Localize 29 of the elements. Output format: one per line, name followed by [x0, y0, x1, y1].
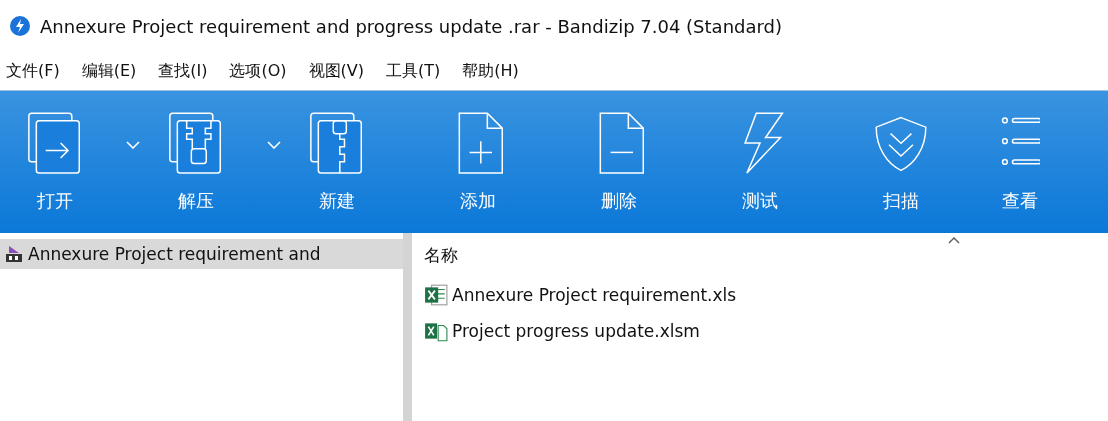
menu-item[interactable]: 帮助(H): [462, 60, 519, 82]
toolbar-button[interactable]: 添加: [433, 107, 523, 217]
toolbar-button[interactable]: 删除: [574, 107, 664, 217]
caret-icon[interactable]: [126, 141, 140, 149]
sort-caret-icon: [948, 237, 960, 244]
zip-archive-icon: [309, 111, 365, 177]
open-icon: [27, 111, 83, 177]
column-header[interactable]: 名称: [424, 243, 458, 267]
window-title: Annexure Project requirement and progress update .rar - Bandizip 7.04 (Standard): [40, 15, 783, 37]
file-row[interactable]: Annexure Project requirement.xls: [424, 277, 1108, 313]
menu-item[interactable]: 工具(T): [386, 60, 441, 82]
caret-icon[interactable]: [267, 141, 281, 149]
menu-item[interactable]: 视图(V): [308, 60, 364, 82]
toolbar-button[interactable]: 查看: [997, 107, 1043, 217]
spreadsheet-icon: [424, 283, 448, 307]
menu-item[interactable]: 查找(I): [158, 60, 208, 82]
toolbar-button[interactable]: 扫描: [856, 107, 946, 217]
toolbar-button[interactable]: 新建: [292, 107, 382, 217]
zipper-icon: [168, 111, 224, 177]
toolbar-button[interactable]: 解压: [151, 107, 241, 217]
toolbar-button[interactable]: 打开: [10, 107, 100, 217]
app-logo-icon: [10, 16, 30, 36]
menu-item[interactable]: 文件(F): [6, 60, 60, 82]
menu-item[interactable]: 编辑(E): [81, 60, 137, 82]
toolbar-button[interactable]: 测试: [715, 107, 805, 217]
file-row[interactable]: Project progress update.xlsm: [424, 313, 1108, 349]
menu-item[interactable]: 选项(O): [229, 60, 287, 82]
archive-icon: [6, 245, 22, 263]
tree-item[interactable]: Annexure Project requirement and: [0, 239, 403, 269]
